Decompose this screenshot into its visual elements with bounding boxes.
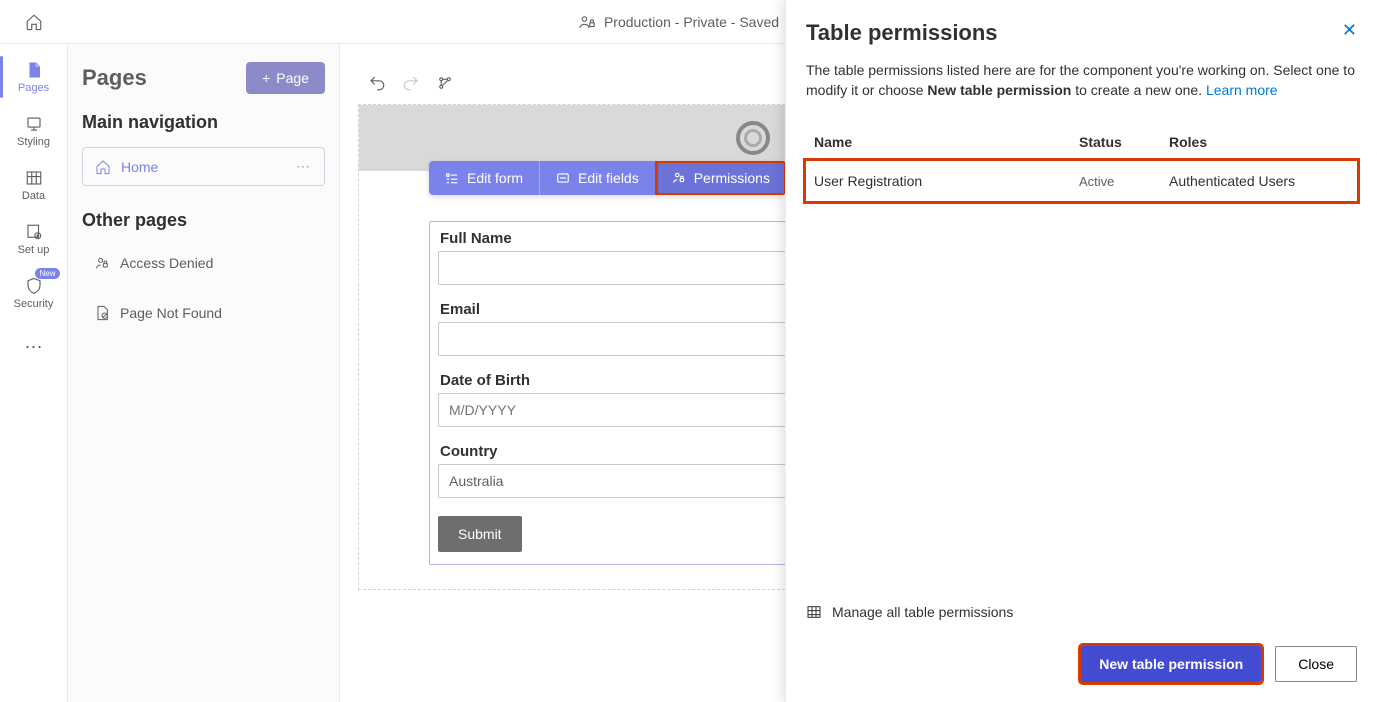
- new-permission-button[interactable]: New table permission: [1081, 646, 1261, 682]
- logo-icon: [736, 121, 770, 155]
- left-rail: Pages Styling Data Set up New Security ⋯: [0, 44, 68, 702]
- col-status: Status: [1079, 134, 1169, 150]
- data-icon: [25, 168, 43, 188]
- person-lock-icon: [672, 171, 686, 185]
- edit-form-button[interactable]: Edit form: [429, 161, 540, 195]
- link-icon[interactable]: [436, 74, 454, 92]
- rail-data[interactable]: Data: [0, 158, 68, 212]
- undo-icon[interactable]: [368, 74, 386, 92]
- close-icon[interactable]: ✕: [1342, 20, 1357, 41]
- more-icon[interactable]: ⋯: [296, 158, 312, 175]
- fields-icon: [556, 171, 570, 185]
- edit-fields-button[interactable]: Edit fields: [540, 161, 656, 195]
- plus-icon: +: [262, 70, 270, 86]
- grid-icon: [806, 604, 822, 620]
- person-lock-icon: [94, 255, 110, 271]
- form-icon: [445, 171, 459, 185]
- submit-button[interactable]: Submit: [438, 516, 522, 552]
- redo-icon[interactable]: [402, 74, 420, 92]
- people-lock-icon: [578, 13, 596, 31]
- nav-item-page-not-found[interactable]: Page Not Found: [82, 295, 325, 331]
- setup-icon: [25, 222, 43, 242]
- home-icon[interactable]: [0, 13, 68, 31]
- nav-item-home[interactable]: Home ⋯: [82, 147, 325, 186]
- rail-more[interactable]: ⋯: [0, 320, 68, 374]
- main-nav-title: Main navigation: [82, 112, 325, 133]
- panel-description: The table permissions listed here are fo…: [806, 60, 1357, 100]
- permissions-button[interactable]: Permissions: [656, 161, 786, 195]
- permission-row[interactable]: User Registration Active Authenticated U…: [806, 161, 1357, 201]
- rail-styling[interactable]: Styling: [0, 104, 68, 158]
- styling-icon: [25, 114, 43, 134]
- panel-title: Table permissions: [806, 20, 998, 46]
- other-pages-title: Other pages: [82, 210, 325, 231]
- sidebar-title: Pages: [82, 65, 147, 91]
- learn-more-link[interactable]: Learn more: [1206, 82, 1278, 98]
- row-roles: Authenticated Users: [1169, 173, 1349, 189]
- form-toolbar: Edit form Edit fields Permissions: [429, 161, 786, 195]
- new-badge: New: [35, 268, 59, 279]
- manage-permissions-link[interactable]: Manage all table permissions: [806, 604, 1357, 620]
- pages-sidebar: Pages + Page Main navigation Home ⋯ Othe…: [68, 44, 340, 702]
- rail-pages[interactable]: Pages: [0, 50, 68, 104]
- environment-text: Production - Private - Saved: [604, 14, 779, 30]
- add-page-button[interactable]: + Page: [246, 62, 325, 94]
- shield-icon: [25, 276, 43, 296]
- row-status: Active: [1079, 174, 1169, 189]
- rail-security[interactable]: New Security: [0, 266, 68, 320]
- page-blocked-icon: [94, 305, 110, 321]
- permissions-panel: Table permissions ✕ The table permission…: [785, 0, 1377, 702]
- nav-item-access-denied[interactable]: Access Denied: [82, 245, 325, 281]
- close-button[interactable]: Close: [1275, 646, 1357, 682]
- rail-setup[interactable]: Set up: [0, 212, 68, 266]
- table-header: Name Status Roles: [806, 124, 1357, 161]
- environment-selector[interactable]: Production - Private - Saved: [578, 13, 799, 31]
- col-roles: Roles: [1169, 134, 1349, 150]
- home-icon: [95, 159, 111, 175]
- ellipsis-icon: ⋯: [25, 337, 43, 357]
- page-icon: [25, 60, 43, 80]
- col-name: Name: [814, 134, 1079, 150]
- row-name: User Registration: [814, 173, 1079, 189]
